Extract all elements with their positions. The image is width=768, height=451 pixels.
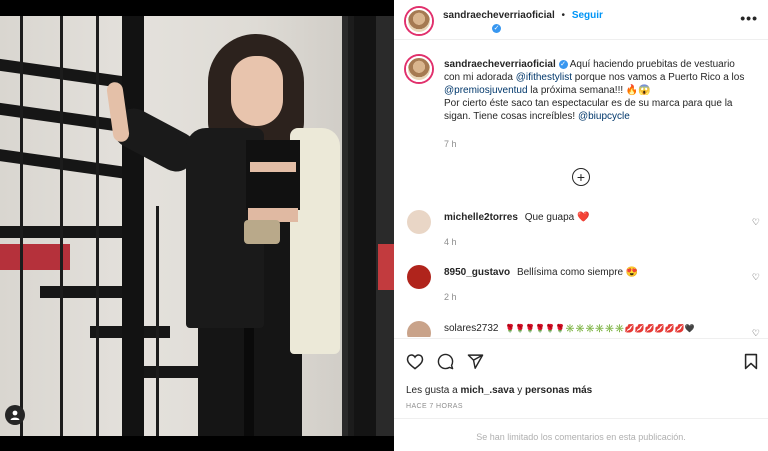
commenter-avatar[interactable] bbox=[407, 321, 431, 337]
comment-like-heart-icon[interactable]: ♡ bbox=[752, 328, 760, 337]
comment-time: 4 h bbox=[444, 237, 457, 247]
post-actions: Les gusta a mich_.sava y personas más HA… bbox=[394, 338, 768, 418]
likes-summary: Les gusta a mich_.sava y personas más bbox=[406, 385, 592, 396]
photo-pipe bbox=[354, 16, 376, 436]
photo-stair-rail bbox=[60, 16, 63, 436]
caption-time: 7 h bbox=[444, 139, 457, 149]
header-dot: • bbox=[561, 10, 566, 21]
post-timestamp[interactable]: HACE 7 HORAS bbox=[406, 403, 463, 410]
caption-author-avatar[interactable] bbox=[406, 56, 432, 82]
commenter-avatar[interactable] bbox=[407, 210, 431, 234]
share-icon[interactable] bbox=[467, 353, 484, 370]
bookmark-icon[interactable] bbox=[744, 353, 758, 370]
caption-mention-stylist[interactable]: @ifithestylist bbox=[516, 72, 572, 83]
photo-stair-step bbox=[40, 286, 130, 298]
post-header: sandraecheverriaoficial • Seguir ✓ ••• bbox=[394, 0, 768, 40]
likes-others[interactable]: personas más bbox=[525, 385, 592, 396]
photo-content bbox=[0, 16, 394, 436]
photo-stair-rail bbox=[96, 16, 99, 436]
author-verified-wrap: ✓ bbox=[492, 23, 501, 34]
likes-user[interactable]: mich_.sava bbox=[460, 385, 514, 396]
follow-button[interactable]: Seguir bbox=[572, 10, 603, 21]
photo-red-wall-right bbox=[378, 244, 394, 290]
photo-stair-post bbox=[122, 16, 144, 436]
comment-icon[interactable] bbox=[437, 353, 454, 370]
post-side-panel: sandraecheverriaoficial • Seguir ✓ ••• s… bbox=[394, 0, 768, 451]
post-image[interactable] bbox=[0, 0, 394, 451]
commenter-avatar[interactable] bbox=[407, 265, 431, 289]
author-avatar[interactable] bbox=[406, 8, 432, 34]
verified-badge-icon: ✓ bbox=[558, 59, 568, 69]
verified-badge-icon: ✓ bbox=[492, 23, 501, 33]
comment-time: 2 h bbox=[444, 292, 457, 302]
comment-text: 🌹🌹🌹🌹🌹🌹✳️✳️✳️✳️✳️✳️💋💋💋💋💋💋🖤 bbox=[505, 324, 695, 333]
photo-stair-step bbox=[0, 226, 126, 238]
comments-scroll-area[interactable]: sandraecheverriaoficial ✓ Aquí haciendo … bbox=[394, 41, 768, 337]
author-info: sandraecheverriaoficial • Seguir bbox=[443, 10, 603, 21]
comment-text: Bellísima como siempre 😍 bbox=[516, 267, 639, 278]
photo-stair-step bbox=[140, 366, 200, 378]
plus-icon: + bbox=[576, 169, 586, 185]
comments-limited-notice: Se han limitado los comentarios en esta … bbox=[394, 418, 768, 451]
heart-icon[interactable] bbox=[406, 353, 424, 370]
comment-text: Que guapa ❤️ bbox=[524, 212, 590, 223]
photo-person-belt bbox=[244, 220, 280, 244]
photo-person-top bbox=[246, 140, 300, 210]
caption-mention-premios[interactable]: @premiosjuventud bbox=[444, 85, 528, 96]
photo-person-skin bbox=[250, 162, 296, 172]
comment-item: 8950_gustavo Bellísima como siempre 😍 bbox=[444, 267, 744, 278]
photo-pipe-thin bbox=[348, 16, 354, 436]
likes-prefix: Les gusta a bbox=[406, 385, 461, 396]
likes-joiner: y bbox=[514, 385, 525, 396]
comment-like-heart-icon[interactable]: ♡ bbox=[752, 272, 760, 283]
author-username[interactable]: sandraecheverriaoficial bbox=[443, 10, 555, 21]
load-more-comments-button[interactable]: + bbox=[572, 168, 590, 186]
photo-stair-rail bbox=[20, 16, 23, 436]
caption-username[interactable]: sandraecheverriaoficial bbox=[444, 59, 556, 70]
comment-username[interactable]: solares2732 bbox=[444, 323, 498, 334]
photo-person-face bbox=[231, 56, 283, 126]
comment-item: solares2732 🌹🌹🌹🌹🌹🌹✳️✳️✳️✳️✳️✳️💋💋💋💋💋💋🖤 bbox=[444, 323, 744, 334]
comment-username[interactable]: michelle2torres bbox=[444, 212, 518, 223]
comment-item: michelle2torres Que guapa ❤️ bbox=[444, 212, 744, 223]
caption-text-2: porque nos vamos a Puerto Rico a los bbox=[572, 72, 745, 83]
caption-text-3: la próxima semana!!! 🔥😱 bbox=[527, 85, 651, 96]
comment-username[interactable]: 8950_gustavo bbox=[444, 267, 510, 278]
post-caption: sandraecheverriaoficial ✓ Aquí haciendo … bbox=[444, 58, 750, 123]
photo-stair-step bbox=[0, 149, 126, 179]
user-tag-icon bbox=[10, 410, 20, 420]
comment-like-heart-icon[interactable]: ♡ bbox=[752, 217, 760, 228]
photo-stair-rail bbox=[156, 206, 159, 436]
caption-mention-biupcycle[interactable]: @biupcycle bbox=[578, 111, 630, 122]
tagged-users-icon[interactable] bbox=[5, 405, 25, 425]
more-options-button[interactable]: ••• bbox=[740, 10, 758, 26]
